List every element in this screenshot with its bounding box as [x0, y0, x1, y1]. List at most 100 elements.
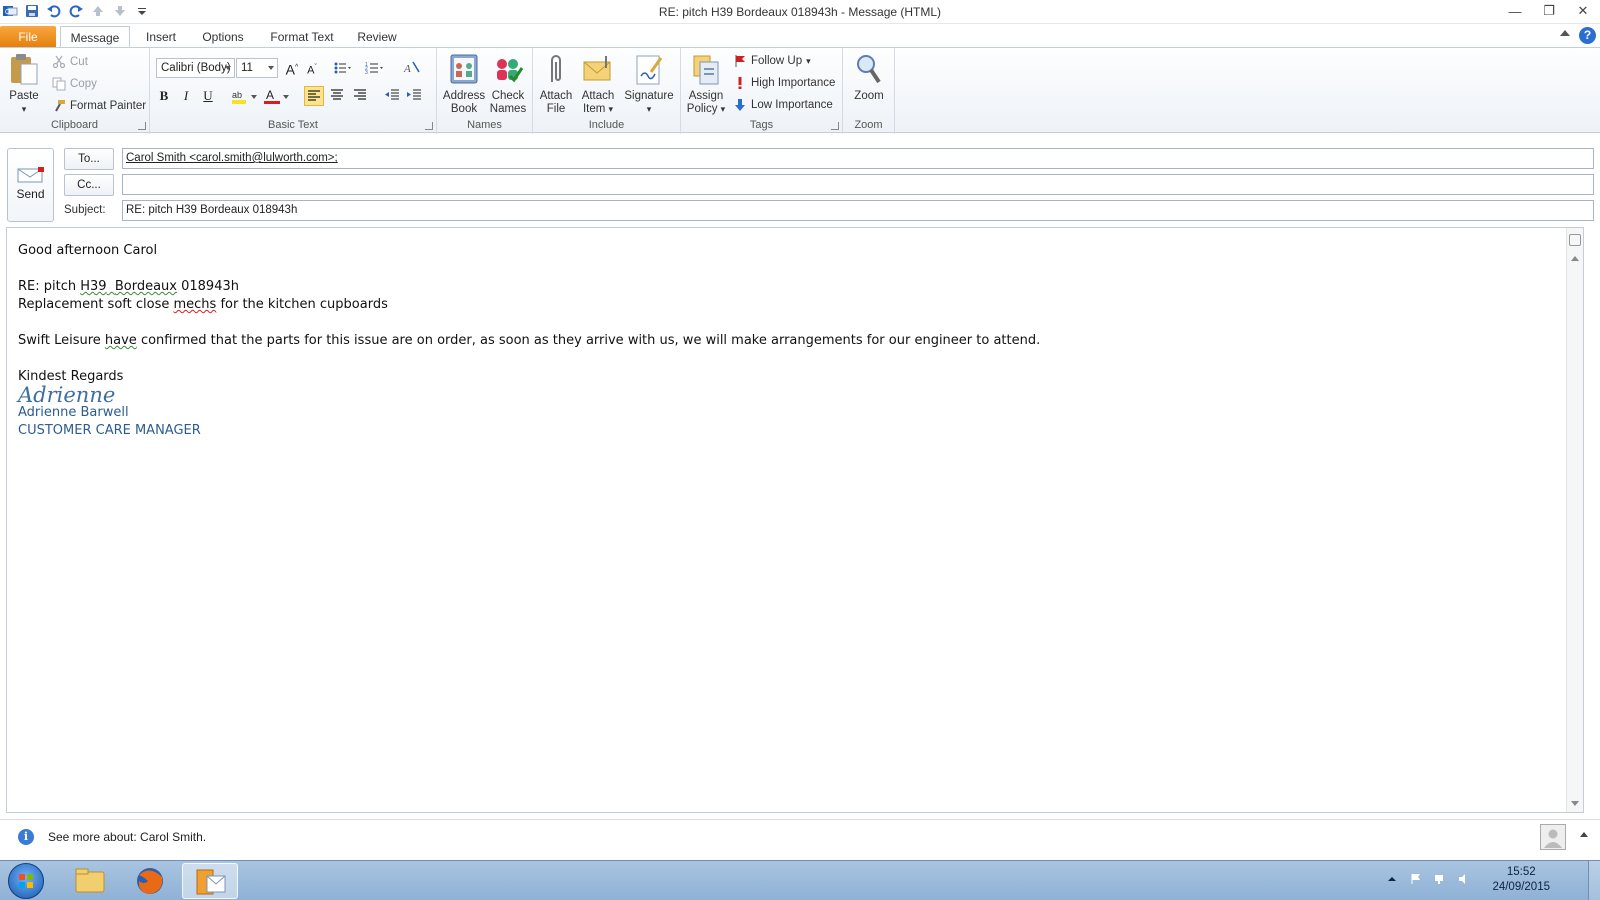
confirmation-line: Swift Leisure have confirmed that the pa… [18, 333, 1041, 348]
tab-options[interactable]: Options [196, 26, 250, 48]
taskbar-outlook-button[interactable] [182, 863, 238, 899]
align-right-button[interactable] [350, 86, 370, 106]
align-center-icon [331, 89, 343, 100]
tab-file[interactable]: File [0, 26, 56, 48]
format-painter-button[interactable]: Format Painter [52, 97, 146, 115]
zoom-button[interactable]: Zoom [847, 52, 891, 103]
attach-item-button[interactable]: Attach Item ▾ [577, 52, 619, 116]
subject-field[interactable]: RE: pitch H39 Bordeaux 018943h [122, 200, 1594, 221]
message-body-content[interactable]: Good afternoon Carol RE: pitch H39 Borde… [18, 242, 1040, 440]
send-button[interactable]: Send [7, 148, 54, 222]
check-names-icon [492, 52, 524, 86]
align-right-icon [354, 89, 366, 100]
scroll-up-icon[interactable] [1571, 256, 1579, 261]
highlight-dropdown-icon[interactable] [251, 95, 257, 99]
ruler-toggle-icon[interactable] [1569, 234, 1581, 246]
action-center-flag-icon[interactable] [1410, 873, 1422, 885]
tags-group: Assign Policy ▾ Follow Up ▾ High Importa… [681, 48, 843, 134]
grow-font-button[interactable]: A^ [282, 58, 302, 78]
include-group: Attach File Attach Item ▾ Signature ▾ Inc… [533, 48, 681, 134]
font-color-dropdown-icon[interactable] [283, 95, 289, 99]
paste-icon [8, 52, 40, 86]
vertical-scrollbar[interactable] [1566, 228, 1583, 812]
title-bar: O RE: pitch H39 Bordeaux 018943h - Messa… [0, 0, 1600, 24]
bullets-button[interactable] [332, 58, 352, 78]
to-recipient[interactable]: Carol Smith <carol.smith@lulworth.com>; [126, 152, 338, 164]
include-group-label: Include [588, 119, 625, 131]
align-center-button[interactable] [327, 86, 347, 106]
greeting-text: Good afternoon Carol [18, 243, 158, 258]
clock-time: 15:52 [1506, 866, 1536, 878]
taskbar-explorer-button[interactable] [62, 863, 118, 899]
expand-people-pane-icon[interactable] [1580, 832, 1588, 837]
signature-title: CUSTOMER CARE MANAGER [18, 423, 201, 438]
start-button[interactable] [8, 863, 44, 899]
styles-button[interactable]: A [402, 58, 422, 78]
window-title: RE: pitch H39 Bordeaux 018943h - Message… [658, 5, 942, 19]
tab-insert[interactable]: Insert [138, 26, 184, 48]
basic-text-group: Calibri (Body) 11 A^ Aˇ 123 A B I U ab A [150, 48, 437, 134]
font-name-combo[interactable]: Calibri (Body) [156, 58, 235, 78]
basic-text-group-label: Basic Text [268, 119, 318, 131]
underline-button[interactable]: U [198, 86, 218, 106]
tab-format-text[interactable]: Format Text [264, 26, 340, 48]
regards-text: Kindest Regards [18, 369, 124, 384]
assign-policy-button[interactable]: Assign Policy ▾ [685, 52, 727, 116]
highlight-button[interactable]: ab [230, 86, 250, 106]
help-icon[interactable]: ? [1579, 27, 1596, 44]
increase-indent-button[interactable] [404, 86, 424, 106]
to-button[interactable]: To... [64, 148, 114, 170]
font-color-button[interactable]: A [262, 86, 282, 106]
people-pane-text[interactable]: See more about: Carol Smith. [48, 830, 206, 844]
high-importance-button[interactable]: High Importance [733, 74, 835, 92]
show-hidden-icons[interactable] [1386, 873, 1398, 885]
clock[interactable]: 15:52 24/09/2015 [1492, 865, 1550, 895]
svg-text:A: A [403, 63, 411, 75]
paintbrush-icon [52, 99, 66, 113]
show-desktop-button[interactable] [1588, 861, 1600, 900]
italic-button[interactable]: I [176, 86, 196, 106]
contact-avatar[interactable] [1540, 824, 1566, 850]
cc-button[interactable]: Cc... [64, 174, 114, 196]
tab-review[interactable]: Review [352, 26, 402, 48]
cc-field[interactable] [122, 174, 1594, 195]
clipboard-group: Paste ▾ Cut Copy Format Painter Clipboard [0, 48, 150, 134]
align-left-button[interactable] [304, 86, 324, 106]
copy-button[interactable]: Copy [52, 75, 97, 93]
numbering-button[interactable]: 123 [364, 58, 384, 78]
styles-icon: A [403, 61, 420, 75]
to-field[interactable]: Carol Smith <carol.smith@lulworth.com>; [122, 148, 1594, 169]
check-names-button[interactable]: Check Names [487, 52, 529, 116]
network-icon[interactable] [1434, 873, 1446, 885]
taskbar: 15:52 24/09/2015 [0, 860, 1600, 900]
minimize-button[interactable]: — [1498, 0, 1532, 22]
bold-button[interactable]: B [154, 86, 174, 106]
signature-button[interactable]: Signature ▾ [621, 52, 677, 116]
copy-icon [52, 77, 66, 91]
zoom-group: Zoom Zoom [843, 48, 895, 134]
minimize-ribbon-icon[interactable] [1560, 30, 1570, 36]
low-importance-button[interactable]: Low Importance [733, 96, 833, 114]
cut-button[interactable]: Cut [52, 53, 88, 71]
paste-button[interactable]: Paste ▾ [6, 52, 42, 116]
close-button[interactable]: ✕ [1566, 0, 1600, 22]
ribbon: Paste ▾ Cut Copy Format Painter Clipboard… [0, 47, 1600, 134]
decrease-indent-button[interactable] [382, 86, 402, 106]
taskbar-firefox-button[interactable] [122, 863, 178, 899]
basic-text-launcher-icon[interactable] [425, 122, 433, 130]
scroll-down-icon[interactable] [1571, 801, 1579, 806]
shrink-font-button[interactable]: Aˇ [302, 58, 322, 78]
attach-file-button[interactable]: Attach File [537, 52, 575, 116]
font-size-combo[interactable]: 11 [236, 58, 278, 78]
volume-icon[interactable] [1458, 873, 1470, 885]
tab-message[interactable]: Message [60, 26, 130, 48]
tags-group-label: Tags [749, 119, 774, 131]
signature-icon [633, 52, 665, 86]
message-body[interactable]: Good afternoon Carol RE: pitch H39 Borde… [6, 227, 1584, 813]
follow-up-button[interactable]: Follow Up ▾ [733, 52, 811, 70]
clipboard-launcher-icon[interactable] [138, 122, 146, 130]
address-book-button[interactable]: Address Book [441, 52, 487, 116]
restore-button[interactable]: ❐ [1532, 0, 1566, 22]
highlighter-icon: ab [232, 90, 246, 104]
tags-launcher-icon[interactable] [831, 122, 839, 130]
